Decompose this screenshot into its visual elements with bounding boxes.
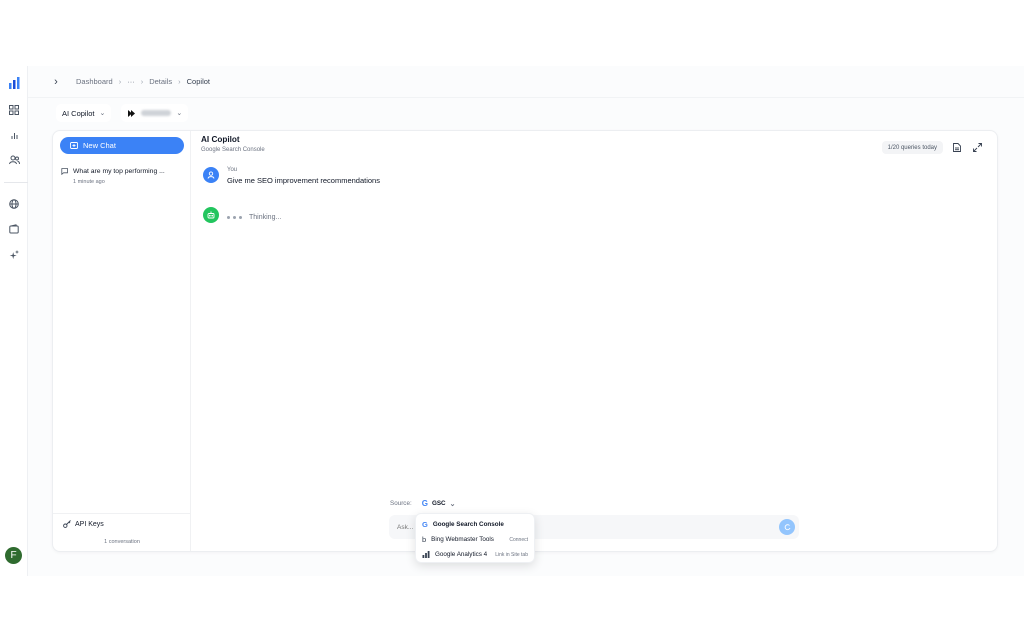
thinking-indicator: Thinking...	[227, 211, 281, 223]
api-keys-label: API Keys	[75, 520, 104, 528]
source-option-gsc[interactable]: G Google Search Console	[416, 517, 534, 532]
chat-header: AI Copilot Google Search Console 1/20 qu…	[201, 135, 989, 159]
google-g-icon: G	[422, 520, 428, 529]
conversation-sidebar: New Chat What are my top performing ... …	[53, 131, 191, 551]
breadcrumb-separator: ›	[118, 77, 122, 86]
assistant-message: Thinking...	[203, 207, 281, 223]
sidebar-footer: API Keys 1 conversation	[53, 513, 191, 551]
selector-row: AI Copilot ⌄ ⌄	[56, 104, 189, 122]
bing-icon: b	[422, 535, 427, 544]
source-selected: GSC	[431, 500, 446, 507]
chat-subtitle: Google Search Console	[201, 147, 265, 153]
grid-icon[interactable]	[7, 103, 21, 117]
breadcrumb-ellipsis[interactable]: ···	[127, 77, 135, 86]
thinking-dot	[233, 215, 236, 219]
chevron-down-icon: ⌄	[176, 110, 183, 117]
bar-chart-icon[interactable]	[7, 128, 21, 142]
source-option-ga4[interactable]: Google Analytics 4 Link in Site tab	[416, 547, 534, 562]
chevron-down-icon: ⌄	[449, 500, 456, 508]
breadcrumb: Dashboard › ··· › Details › Copilot	[76, 77, 210, 86]
top-bar: › Dashboard › ··· › Details › Copilot	[28, 66, 1024, 98]
query-quota-badge: 1/20 queries today	[881, 141, 943, 154]
new-chat-icon	[70, 141, 78, 149]
export-document-icon[interactable]	[950, 141, 963, 154]
source-selector: Source: G GSC ⌄	[390, 499, 455, 508]
breadcrumb-dashboard[interactable]: Dashboard	[76, 77, 113, 86]
connect-tag[interactable]: Connect	[509, 537, 528, 543]
key-icon	[63, 520, 71, 528]
copilot-panel: New Chat What are my top performing ... …	[52, 130, 998, 563]
send-icon	[784, 523, 790, 530]
api-keys-link[interactable]: API Keys	[63, 520, 104, 528]
breadcrumb-separator: ›	[140, 77, 144, 86]
wallet-icon[interactable]	[7, 222, 21, 236]
sparkles-icon[interactable]	[7, 248, 21, 262]
rail-divider	[4, 182, 28, 183]
link-site-tag: Link in Site tab	[495, 551, 528, 558]
source-dropdown-menu: G Google Search Console b Bing Webmaster…	[415, 513, 535, 563]
app-shell: F › Dashboard › ··· › Details › Copilot …	[0, 66, 1024, 576]
site-favicon-icon	[128, 109, 136, 117]
user-avatar-icon	[203, 167, 219, 183]
thinking-dot	[227, 215, 230, 219]
source-label: Source:	[390, 500, 412, 507]
send-button[interactable]	[779, 519, 795, 535]
users-icon[interactable]	[7, 153, 21, 167]
google-g-icon: G	[421, 499, 428, 508]
analytics-bars-icon	[422, 551, 430, 558]
expand-icon[interactable]	[971, 141, 984, 154]
bot-icon	[203, 207, 219, 223]
chat-title: AI Copilot	[201, 135, 240, 144]
globe-icon[interactable]	[7, 197, 21, 211]
breadcrumb-details[interactable]: Details	[149, 77, 172, 86]
conversation-time: 1 minute ago	[73, 179, 105, 185]
logo-icon[interactable]	[7, 76, 21, 90]
sidebar-toggle-chevron-icon[interactable]: ›	[48, 74, 64, 90]
chevron-down-icon: ⌄	[99, 110, 106, 117]
site-name-blurred	[141, 110, 172, 116]
conversation-count: 1 conversation	[104, 539, 140, 545]
source-dropdown[interactable]: G GSC ⌄	[422, 499, 456, 508]
breadcrumb-separator: ›	[178, 77, 181, 86]
user-message: You Give me SEO improvement recommendati…	[203, 167, 380, 185]
new-chat-button[interactable]: New Chat	[60, 137, 184, 154]
assistant-selector-label: AI Copilot	[62, 108, 95, 118]
source-option-label: Google Search Console	[432, 521, 504, 528]
message-author: You	[227, 167, 238, 173]
conversation-title: What are my top performing ...	[73, 168, 165, 175]
assistant-selector[interactable]: AI Copilot ⌄	[56, 104, 112, 122]
source-option-label: Google Analytics 4	[435, 551, 488, 558]
icon-rail: F	[0, 66, 28, 576]
new-chat-label: New Chat	[83, 141, 116, 150]
source-option-label: Bing Webmaster Tools	[431, 536, 494, 543]
breadcrumb-current: Copilot	[186, 77, 210, 86]
message-text: Give me SEO improvement recommendations	[227, 176, 380, 185]
chat-bubble-icon	[61, 168, 68, 175]
thinking-text: Thinking...	[249, 213, 282, 221]
site-selector[interactable]: ⌄	[121, 104, 189, 122]
source-option-bing[interactable]: b Bing Webmaster Tools Connect	[416, 532, 534, 547]
thinking-dot	[239, 215, 242, 219]
user-avatar[interactable]: F	[5, 547, 22, 564]
conversation-item[interactable]: What are my top performing ... 1 minute …	[61, 168, 183, 185]
